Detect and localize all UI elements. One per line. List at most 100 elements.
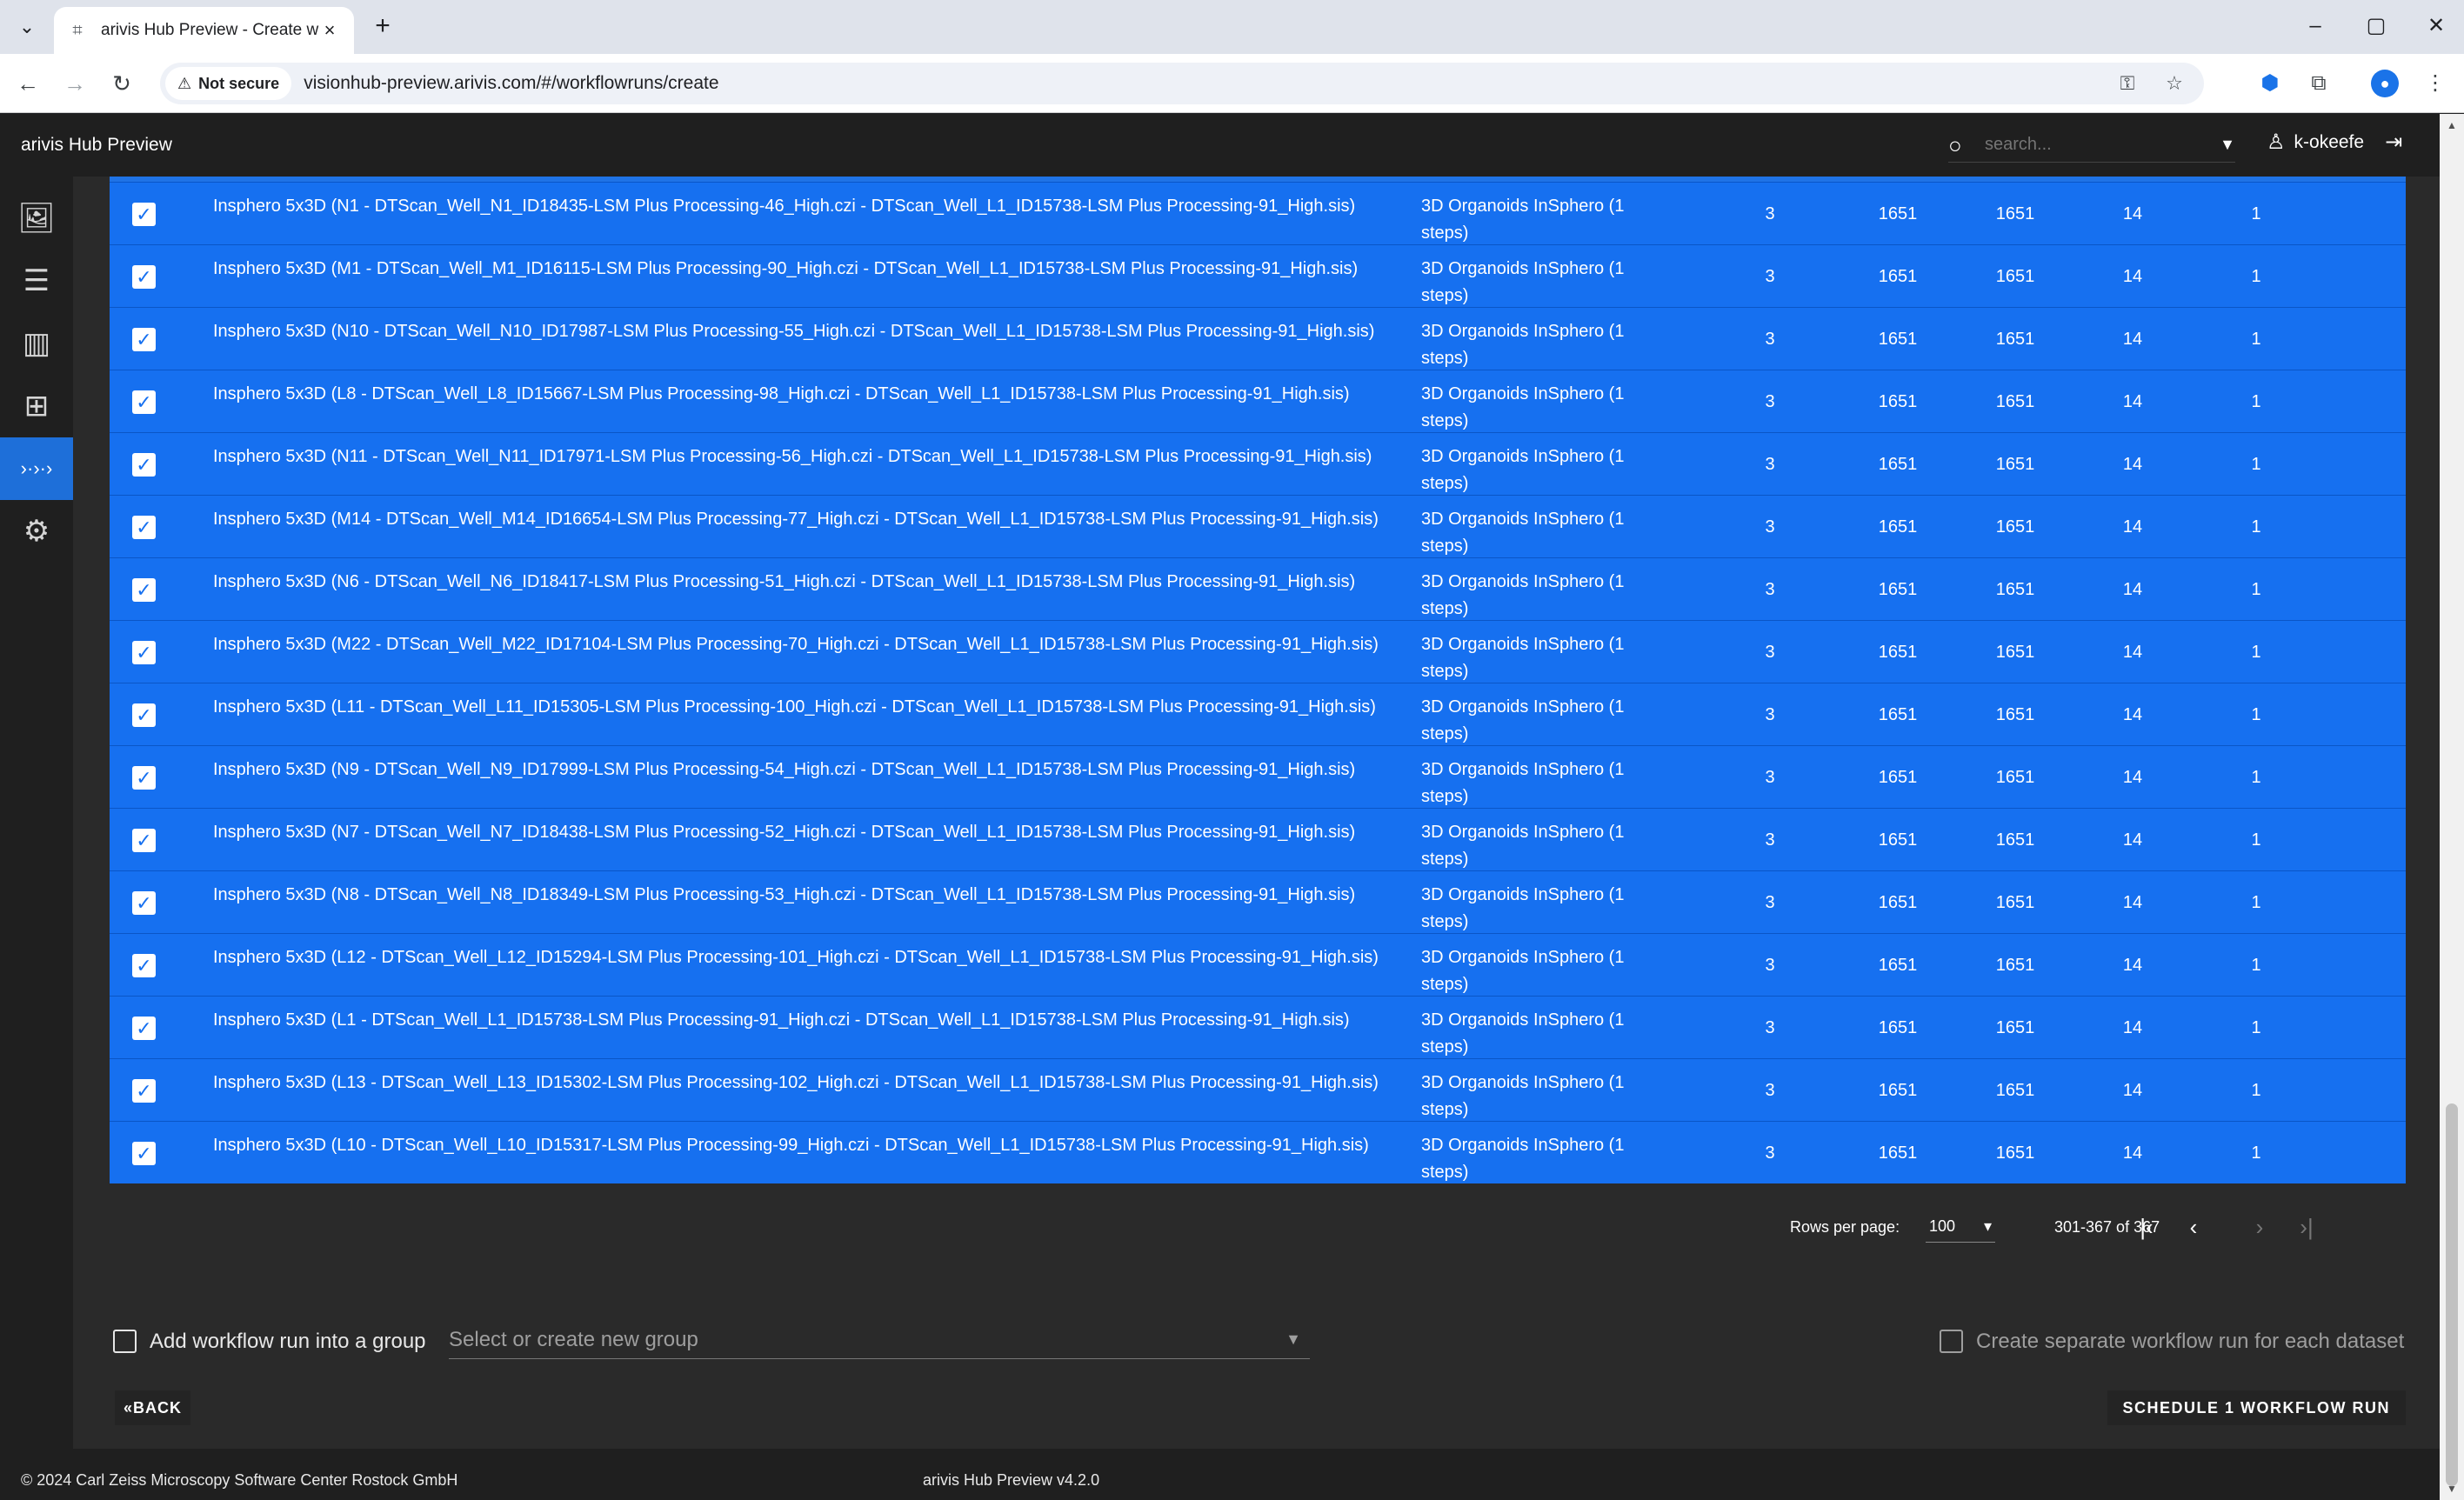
row-checkbox-checked-icon[interactable]: ✓	[132, 578, 156, 602]
row-checkbox-checked-icon[interactable]: ✓	[132, 766, 156, 790]
row-checkbox-checked-icon[interactable]: ✓	[132, 328, 156, 351]
cell-c1: 3	[1765, 768, 1775, 787]
row-checkbox-checked-icon[interactable]: ✓	[132, 1017, 156, 1040]
row-checkbox-checked-icon[interactable]: ✓	[132, 203, 156, 226]
row-checkbox-checked-icon[interactable]: ✓	[132, 516, 156, 539]
cell-c1: 3	[1765, 330, 1775, 349]
back-button-label: BACK	[133, 1399, 183, 1417]
logout-icon[interactable]: ⇥	[2385, 130, 2402, 155]
app-search[interactable]: ○ ▼	[1948, 128, 2235, 163]
table-row[interactable]: ✓ Insphero 5x3D (N7 - DTScan_Well_N7_ID18…	[110, 808, 2406, 870]
cell-c5: 1	[2251, 204, 2261, 223]
row-checkbox-checked-icon[interactable]: ✓	[132, 1079, 156, 1103]
add-to-group-label: Add workflow run into a group	[150, 1330, 426, 1353]
table-row[interactable]: ✓ Insphero 5x3D (L13 - DTScan_Well_L13_ID…	[110, 1058, 2406, 1121]
table-row[interactable]: ✓ Insphero 5x3D (M1 - DTScan_Well_M1_ID16…	[110, 244, 2406, 307]
cell-c3: 1651	[1995, 956, 2035, 975]
security-chip[interactable]: ⚠ Not secure	[165, 67, 292, 100]
table-row[interactable]: ✓ Insphero 5x3D (N8 - DTScan_Well_N8_ID18…	[110, 870, 2406, 933]
sidebar-item-admin[interactable]: ⚙	[0, 500, 73, 563]
row-checkbox-checked-icon[interactable]: ✓	[132, 1142, 156, 1165]
new-tab-plus-icon[interactable]: +	[367, 10, 398, 42]
back-arrow-icon[interactable]: ←	[10, 66, 45, 101]
table-row[interactable]: ✓ Insphero 5x3D (L11 - DTScan_Well_L11_ID…	[110, 683, 2406, 745]
dataset-name: Insphero 5x3D (M22 - DTScan_Well_M22_ID1…	[213, 635, 1379, 654]
profile-avatar-icon[interactable]: ●	[2371, 70, 2399, 97]
table-row[interactable]: ✓ Insphero 5x3D (N9 - DTScan_Well_N9_ID17…	[110, 745, 2406, 808]
reload-icon[interactable]: ↻	[104, 66, 139, 101]
add-to-group-checkbox[interactable]	[113, 1330, 137, 1353]
password-key-icon[interactable]: ⚿	[2110, 66, 2145, 101]
dataset-name: Insphero 5x3D (L1 - DTScan_Well_L1_ID157…	[213, 1010, 1350, 1030]
cell-c2: 1651	[1878, 1081, 1918, 1100]
forward-arrow-icon[interactable]: →	[57, 66, 92, 101]
first-page-icon[interactable]: |‹	[2129, 1210, 2164, 1244]
row-checkbox-checked-icon[interactable]: ✓	[132, 265, 156, 289]
row-checkbox-checked-icon[interactable]: ✓	[132, 453, 156, 477]
dataset-name: Insphero 5x3D (N8 - DTScan_Well_N8_ID183…	[213, 885, 1356, 904]
page-scrollbar[interactable]: ▲ ▼	[2440, 114, 2464, 1500]
table-row[interactable]: ✓ Insphero 5x3D (M22 - DTScan_Well_M22_ID…	[110, 620, 2406, 683]
datasets-table: ✓ Insphero 5x3D (N1 - DTScan_Well_N1_ID18…	[110, 177, 2406, 1183]
sidebar-item-settings-sliders[interactable]: ☰	[0, 250, 73, 312]
table-row[interactable]: ✓ Insphero 5x3D (N1 - DTScan_Well_N1_ID18…	[110, 182, 2406, 244]
extension-shield-icon[interactable]: ⬢	[2253, 66, 2287, 101]
username[interactable]: k-okeefe	[2294, 132, 2365, 153]
row-checkbox-checked-icon[interactable]: ✓	[132, 641, 156, 664]
close-window-icon[interactable]: ✕	[2414, 9, 2458, 43]
sidebar-item-workflows[interactable]: ⊞	[0, 375, 73, 437]
row-checkbox-checked-icon[interactable]: ✓	[132, 390, 156, 414]
cell-c4: 14	[2122, 705, 2143, 724]
row-checkbox-checked-icon[interactable]: ✓	[132, 891, 156, 915]
cell-c1: 3	[1765, 267, 1775, 286]
table-row[interactable]: ✓ Insphero 5x3D (N6 - DTScan_Well_N6_ID18…	[110, 557, 2406, 620]
cell-c4: 14	[2122, 330, 2143, 349]
previous-page-icon[interactable]: ‹	[2176, 1210, 2211, 1244]
next-page-icon[interactable]: ›	[2242, 1210, 2277, 1244]
maximize-icon[interactable]: ▢	[2354, 9, 2399, 43]
cell-c4: 14	[2122, 1143, 2143, 1163]
search-dropdown-icon[interactable]: ▼	[2220, 136, 2235, 154]
address-bar[interactable]: ⚠ Not secure visionhub-preview.arivis.co…	[160, 63, 2204, 104]
table-row[interactable]: ✓ Insphero 5x3D (L8 - DTScan_Well_L8_ID15…	[110, 370, 2406, 432]
group-select[interactable]: Select or create new group ▼	[449, 1321, 1310, 1359]
table-row[interactable]: ✓ Insphero 5x3D (L10 - DTScan_Well_L10_ID…	[110, 1121, 2406, 1183]
chevron-down-icon: ▾	[1983, 1217, 1992, 1235]
scrollbar-thumb[interactable]	[2446, 1103, 2458, 1486]
browser-tab[interactable]: ⌗ arivis Hub Preview - Create wor ×	[54, 7, 354, 54]
search-input[interactable]	[1978, 135, 2220, 155]
rows-per-page-select[interactable]: 100 ▾	[1926, 1211, 1995, 1243]
scroll-down-icon[interactable]: ▼	[2440, 1479, 2464, 1498]
table-row[interactable]: ✓ Insphero 5x3D (N11 - DTScan_Well_N11_ID…	[110, 432, 2406, 495]
last-page-icon[interactable]: ›|	[2289, 1210, 2324, 1244]
extensions-puzzle-icon[interactable]: ⧉	[2301, 66, 2336, 101]
table-row[interactable]: ✓ Insphero 5x3D (M14 - DTScan_Well_M14_ID…	[110, 495, 2406, 557]
minimize-icon[interactable]: –	[2293, 9, 2338, 43]
chevron-down-icon: ▼	[1285, 1330, 1301, 1348]
row-checkbox-checked-icon[interactable]: ✓	[132, 954, 156, 977]
schedule-workflow-run-button[interactable]: SCHEDULE 1 WORKFLOW RUN	[2107, 1390, 2406, 1425]
sidebar-item-statistics[interactable]: ▥	[0, 312, 73, 375]
url-text[interactable]: visionhub-preview.arivis.com/#/workflowr…	[304, 73, 2110, 94]
row-checkbox-checked-icon[interactable]: ✓	[132, 703, 156, 727]
table-row[interactable]: ✓ Insphero 5x3D (N10 - DTScan_Well_N10_ID…	[110, 307, 2406, 370]
cell-c3: 1651	[1995, 830, 2035, 850]
table-row[interactable]: ✓ Insphero 5x3D (L1 - DTScan_Well_L1_ID15…	[110, 996, 2406, 1058]
sidebar-item-images[interactable]: 🖼	[0, 187, 73, 250]
cell-c4: 14	[2122, 392, 2143, 411]
tab-close-icon[interactable]: ×	[319, 19, 340, 42]
row-checkbox-checked-icon[interactable]: ✓	[132, 829, 156, 852]
bookmark-star-icon[interactable]: ☆	[2157, 66, 2192, 101]
cell-c2: 1651	[1878, 768, 1918, 787]
back-button[interactable]: «BACK	[115, 1390, 191, 1425]
scroll-up-icon[interactable]: ▲	[2440, 116, 2464, 135]
favicon-icon: ⌗	[72, 21, 83, 40]
user-menu[interactable]: ♙ k-okeefe ⇥	[2267, 130, 2402, 155]
pagination: Rows per page: 100 ▾ 301-367 of 367 |‹ ‹…	[110, 1192, 2406, 1262]
table-row[interactable]: ✓ Insphero 5x3D (L12 - DTScan_Well_L12_ID…	[110, 933, 2406, 996]
cell-c1: 3	[1765, 1143, 1775, 1163]
sidebar-item-workflow-runs[interactable]: ›·›·›	[0, 437, 73, 500]
browser-menu-icon[interactable]: ⋮	[2418, 66, 2453, 101]
tab-search-chevron-down-icon[interactable]: ⌄	[12, 12, 42, 42]
separate-run-checkbox[interactable]	[1940, 1330, 1963, 1353]
